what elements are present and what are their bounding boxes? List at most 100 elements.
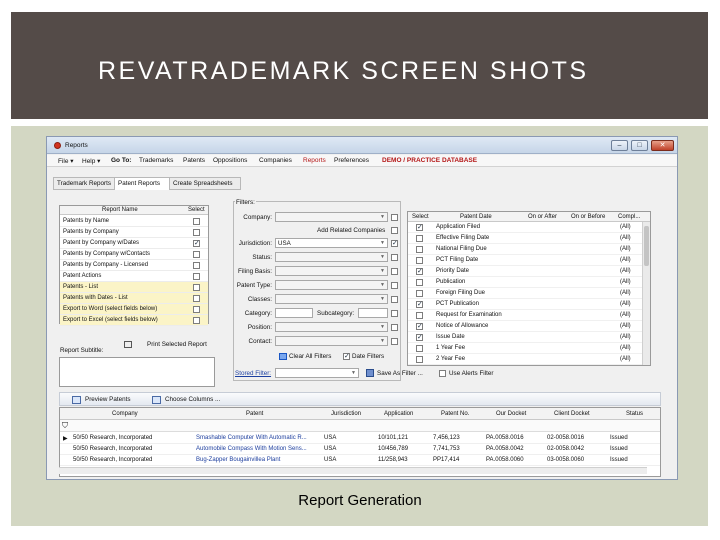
- patent-type-select[interactable]: ▼: [275, 280, 388, 290]
- contact-select[interactable]: ▼: [275, 336, 388, 346]
- classes-checkbox[interactable]: [391, 296, 398, 303]
- position-checkbox[interactable]: [391, 324, 398, 331]
- report-item[interactable]: Patents by Company: [60, 227, 208, 238]
- company-select[interactable]: ▼: [275, 212, 388, 222]
- date-filter-checkbox[interactable]: [416, 235, 423, 242]
- company-checkbox[interactable]: [391, 214, 398, 221]
- report-item-checkbox[interactable]: [193, 306, 200, 313]
- position-select[interactable]: ▼: [275, 322, 388, 332]
- date-filter-completed[interactable]: (All): [620, 279, 631, 285]
- date-filter-row[interactable]: National Filing Due (All): [408, 244, 642, 255]
- table-row[interactable]: 50/50 Research, Incorporated Bug-Zapper B…: [60, 455, 660, 466]
- report-item-checkbox[interactable]: [193, 229, 200, 236]
- print-selected-report-button[interactable]: Print Selected Report: [147, 341, 207, 348]
- report-item[interactable]: Patent Actions: [60, 271, 208, 282]
- table-cell[interactable]: Automobile Compass With Motion Sens...: [196, 446, 307, 452]
- table-cell[interactable]: Bug-Zapper Bougainvillea Plant: [196, 457, 280, 463]
- menu-reports[interactable]: Reports: [303, 157, 326, 164]
- date-filter-completed[interactable]: (All): [620, 290, 631, 296]
- date-filters-checkbox[interactable]: ✓: [343, 353, 350, 360]
- date-filter-completed[interactable]: (All): [620, 301, 631, 307]
- date-filter-checkbox[interactable]: ✓: [416, 268, 423, 275]
- menu-preferences[interactable]: Preferences: [334, 157, 369, 164]
- date-filter-completed[interactable]: (All): [620, 246, 631, 252]
- table-row[interactable]: 50/50 Research, Incorporated Automobile C…: [60, 444, 660, 455]
- report-item[interactable]: Export to Excel (select fields below): [60, 315, 208, 326]
- date-filter-row[interactable]: Foreign Filing Due (All): [408, 288, 642, 299]
- date-filter-row[interactable]: Publication (All): [408, 277, 642, 288]
- date-filter-completed[interactable]: (All): [620, 334, 631, 340]
- report-item-checkbox[interactable]: [193, 273, 200, 280]
- date-filter-row[interactable]: ✓ Notice of Allowance (All): [408, 321, 642, 332]
- date-filter-checkbox[interactable]: [416, 356, 423, 363]
- report-item[interactable]: Patents with Dates - List: [60, 293, 208, 304]
- date-filter-completed[interactable]: (All): [620, 356, 631, 362]
- report-item-checkbox[interactable]: [193, 295, 200, 302]
- tab-trademark-reports[interactable]: Trademark Reports: [53, 177, 115, 190]
- report-item[interactable]: Export to Word (select fields below): [60, 304, 208, 315]
- filing-basis-checkbox[interactable]: [391, 268, 398, 275]
- preview-patents-button[interactable]: Preview Patents: [85, 396, 131, 403]
- date-filter-checkbox[interactable]: [416, 246, 423, 253]
- date-filter-checkbox[interactable]: [416, 257, 423, 264]
- tab-create-spreadsheets[interactable]: Create Spreadsheets: [169, 177, 241, 190]
- date-filter-row[interactable]: ✓ Priority Date (All): [408, 266, 642, 277]
- date-filter-completed[interactable]: (All): [620, 224, 631, 230]
- report-item-checkbox[interactable]: [193, 262, 200, 269]
- date-filter-row[interactable]: Effective Filing Date (All): [408, 233, 642, 244]
- date-filter-completed[interactable]: (All): [620, 268, 631, 274]
- patent-type-checkbox[interactable]: [391, 282, 398, 289]
- date-grid-scroll-thumb[interactable]: [644, 226, 649, 266]
- report-subtitle-input[interactable]: [59, 357, 215, 387]
- date-filter-checkbox[interactable]: [416, 290, 423, 297]
- date-filter-completed[interactable]: (All): [620, 323, 631, 329]
- report-item[interactable]: Patents - List: [60, 282, 208, 293]
- date-filter-row[interactable]: ✓ PCT Publication (All): [408, 299, 642, 310]
- save-as-filter-button[interactable]: Save As Filter ...: [377, 370, 423, 377]
- date-filter-row[interactable]: 1 Year Fee (All): [408, 343, 642, 354]
- minimize-button[interactable]: –: [611, 140, 628, 151]
- date-filter-checkbox[interactable]: [416, 312, 423, 319]
- menu-oppositions[interactable]: Oppositions: [213, 157, 247, 164]
- menu-help[interactable]: Help ▾: [82, 157, 100, 165]
- date-filter-completed[interactable]: (All): [620, 312, 631, 318]
- report-item[interactable]: Patents by Name: [60, 216, 208, 227]
- menu-patents[interactable]: Patents: [183, 157, 205, 164]
- tab-patent-reports[interactable]: Patent Reports: [114, 177, 170, 190]
- date-filter-checkbox[interactable]: [416, 345, 423, 352]
- report-item[interactable]: Patent by Company w/Dates ✓: [60, 238, 208, 249]
- results-horizontal-scrollbar[interactable]: [59, 467, 647, 474]
- report-item-checkbox[interactable]: [193, 251, 200, 258]
- category-checkbox[interactable]: [391, 310, 398, 317]
- status-checkbox[interactable]: [391, 254, 398, 261]
- date-filter-checkbox[interactable]: ✓: [416, 323, 423, 330]
- menu-trademarks[interactable]: Trademarks: [139, 157, 173, 164]
- table-row[interactable]: ▶ 50/50 Research, Incorporated Smashable C…: [60, 433, 660, 444]
- date-filter-checkbox[interactable]: ✓: [416, 334, 423, 341]
- choose-columns-button[interactable]: Choose Columns ...: [165, 396, 220, 403]
- report-item-checkbox[interactable]: [193, 218, 200, 225]
- filter-funnel-icon[interactable]: ⛉: [62, 421, 68, 431]
- jurisdiction-select[interactable]: USA ▼: [275, 238, 388, 248]
- jurisdiction-checkbox[interactable]: ✓: [391, 240, 398, 247]
- date-filter-checkbox[interactable]: ✓: [416, 224, 423, 231]
- stored-filter-link[interactable]: Stored Filter:: [235, 370, 271, 377]
- maximize-button[interactable]: □: [631, 140, 648, 151]
- close-button[interactable]: ✕: [651, 140, 674, 151]
- date-filter-checkbox[interactable]: ✓: [416, 301, 423, 308]
- date-filter-completed[interactable]: (All): [620, 235, 631, 241]
- menu-companies[interactable]: Companies: [259, 157, 292, 164]
- date-filter-row[interactable]: ✓ Issue Date (All): [408, 332, 642, 343]
- status-select[interactable]: ▼: [275, 252, 388, 262]
- date-filter-row[interactable]: Request for Examination (All): [408, 310, 642, 321]
- date-filter-row[interactable]: ✓ Application Filed (All): [408, 222, 642, 233]
- report-item-checkbox[interactable]: ✓: [193, 240, 200, 247]
- report-item-checkbox[interactable]: [193, 284, 200, 291]
- date-filter-row[interactable]: 2 Year Fee (All): [408, 354, 642, 365]
- report-item-checkbox[interactable]: [193, 317, 200, 324]
- report-item[interactable]: Patents by Company - Licensed: [60, 260, 208, 271]
- results-filter-row[interactable]: ⛉: [60, 420, 660, 432]
- date-filter-completed[interactable]: (All): [620, 345, 631, 351]
- use-alerts-filter-checkbox[interactable]: [439, 370, 446, 377]
- date-filter-row[interactable]: PCT Filing Date (All): [408, 255, 642, 266]
